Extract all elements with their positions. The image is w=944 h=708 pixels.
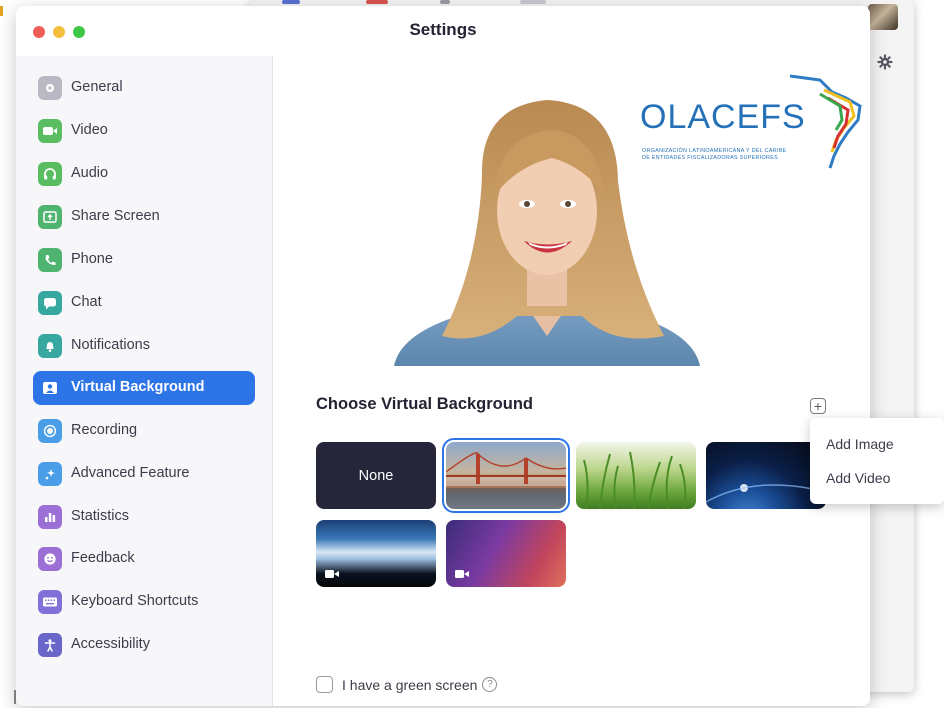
bar-chart-icon: [38, 505, 62, 529]
section-title: Choose Virtual Background: [316, 395, 533, 413]
sidebar-item-label: Notifications: [71, 337, 150, 353]
background-tile-earth-from-space[interactable]: [706, 442, 826, 509]
sidebar-item-share-screen[interactable]: Share Screen: [33, 200, 255, 234]
screen: Settings General Video Audio Share Scree…: [0, 0, 944, 708]
sidebar-item-phone[interactable]: Phone: [33, 243, 255, 277]
sidebar-item-label: Video: [71, 122, 108, 138]
tile-label: None: [358, 467, 394, 484]
plus-icon: +: [813, 398, 823, 414]
chat-bubble-icon: [38, 291, 62, 315]
phone-icon: [38, 248, 62, 272]
menu-item-add-video[interactable]: Add Video: [826, 470, 890, 486]
sidebar-item-label: Keyboard Shortcuts: [71, 593, 199, 609]
window-title: Settings: [409, 20, 477, 39]
background-tile-purple-gradient[interactable]: [446, 520, 566, 587]
sidebar-item-label: Feedback: [71, 550, 135, 566]
sidebar-item-video[interactable]: Video: [33, 114, 255, 148]
gear-icon[interactable]: [877, 54, 893, 70]
sidebar-item-label: Chat: [71, 294, 102, 310]
sidebar-item-label: Audio: [71, 165, 109, 181]
olacefs-logo-subtitle: ORGANIZACIÓN LATINOAMERICANA Y DEL CARIB…: [642, 148, 787, 154]
background-tile-grass[interactable]: [576, 442, 696, 509]
portrait-icon: [38, 376, 62, 400]
add-background-menu: Add Image Add Video: [810, 418, 944, 504]
sidebar-item-notifications[interactable]: Notifications: [33, 329, 255, 363]
sidebar-item-label: Accessibility: [71, 636, 150, 652]
sidebar-item-audio[interactable]: Audio: [33, 157, 255, 191]
sidebar-item-accessibility[interactable]: Accessibility: [33, 628, 255, 662]
add-background-button[interactable]: +: [810, 398, 826, 414]
sidebar-item-label: Advanced Feature: [71, 465, 190, 481]
gear-icon: [38, 76, 62, 100]
background-tile-golden-gate-bridge[interactable]: [442, 438, 570, 513]
sidebar-item-label: Statistics: [71, 508, 130, 524]
share-screen-icon: [38, 205, 62, 229]
sidebar-item-feedback[interactable]: Feedback: [33, 542, 255, 576]
settings-sidebar: General Video Audio Share Screen Phone C…: [16, 56, 273, 706]
sparkle-icon: [38, 462, 62, 486]
background-tile-northern-lights[interactable]: [316, 520, 436, 587]
sidebar-item-advanced-feature[interactable]: Advanced Feature: [33, 457, 255, 491]
record-icon: [38, 419, 62, 443]
sidebar-item-label: Share Screen: [71, 208, 160, 224]
keyboard-icon: [38, 590, 62, 614]
green-screen-checkbox[interactable]: [316, 676, 333, 693]
video-camera-icon: [455, 570, 469, 578]
settings-window: Settings General Video Audio Share Scree…: [16, 6, 870, 706]
title-bar: Settings: [16, 6, 870, 56]
olacefs-logo-subtitle: DE ENTIDADES FISCALIZADORAS SUPERIORES: [642, 155, 779, 161]
sidebar-item-general[interactable]: General: [33, 71, 255, 105]
background-window-edge: [0, 6, 3, 16]
virtual-background-panel: OLACEFS ORGANIZACIÓN LATINOAMERICANA Y D…: [274, 56, 870, 706]
menu-item-add-image[interactable]: Add Image: [826, 436, 894, 452]
green-screen-option: I have a green screen ?: [316, 676, 498, 693]
bell-icon: [38, 334, 62, 358]
sidebar-item-label: Virtual Background: [71, 379, 205, 395]
sidebar-item-label: General: [71, 79, 123, 95]
question-circle-icon[interactable]: ?: [482, 677, 498, 692]
video-camera-icon: [38, 119, 62, 143]
smiley-icon: [38, 547, 62, 571]
video-camera-icon: [325, 570, 339, 578]
olacefs-logo-text: OLACEFS: [640, 98, 806, 136]
sidebar-item-label: Phone: [71, 251, 113, 267]
accessibility-icon: [38, 633, 62, 657]
background-tile-none[interactable]: None: [316, 442, 436, 509]
sidebar-item-statistics[interactable]: Statistics: [33, 500, 255, 534]
sidebar-item-recording[interactable]: Recording: [33, 414, 255, 448]
green-screen-label[interactable]: I have a green screen: [342, 677, 477, 693]
avatar[interactable]: [868, 4, 898, 30]
sidebar-item-virtual-background[interactable]: Virtual Background: [33, 371, 255, 405]
sidebar-item-label: Recording: [71, 422, 138, 438]
headphones-icon: [38, 162, 62, 186]
sidebar-item-keyboard-shortcuts[interactable]: Keyboard Shortcuts: [33, 585, 255, 619]
sidebar-item-chat[interactable]: Chat: [33, 286, 255, 320]
